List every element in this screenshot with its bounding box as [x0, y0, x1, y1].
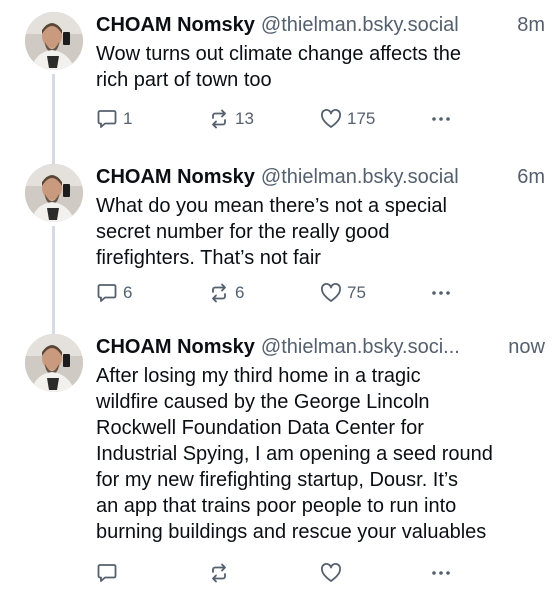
reply-icon [97, 564, 117, 582]
avatar[interactable] [25, 12, 83, 70]
repost-icon [212, 283, 226, 303]
more-icon [432, 291, 450, 295]
post-time[interactable]: 8m [509, 12, 545, 38]
post-content: CHOAM Nomsky @thielman.bsky.social 8m Wo… [96, 12, 545, 93]
more-button[interactable] [430, 108, 452, 130]
repost-button[interactable]: 6 [208, 282, 320, 304]
author-handle[interactable]: @thielman.bsky.soci... [261, 334, 460, 360]
heart-icon [321, 283, 341, 302]
repost-button[interactable]: 13 [208, 108, 320, 130]
post-actions [96, 562, 545, 584]
reply-button[interactable]: 6 [96, 282, 208, 304]
repost-button[interactable] [208, 562, 320, 584]
author-name[interactable]: CHOAM Nomsky [96, 12, 255, 38]
avatar-photo [25, 164, 83, 222]
more-button[interactable] [430, 282, 452, 304]
reply-button[interactable]: 1 [96, 108, 208, 130]
reply-button[interactable] [96, 562, 208, 584]
post-header: CHOAM Nomsky @thielman.bsky.social 8m [96, 12, 545, 38]
post-actions: 1 13 175 [96, 108, 545, 130]
avatar-photo [25, 334, 83, 392]
more-icon [432, 117, 450, 121]
post-actions: 6 6 75 [96, 282, 545, 304]
repost-count: 13 [235, 109, 254, 128]
like-count: 175 [347, 109, 376, 128]
repost-icon [212, 563, 226, 583]
author-name[interactable]: CHOAM Nomsky [96, 334, 255, 360]
like-button[interactable] [320, 562, 430, 584]
like-button[interactable]: 75 [320, 282, 430, 304]
avatar-photo [25, 12, 83, 70]
like-count: 75 [347, 283, 366, 302]
reply-count: 6 [123, 283, 133, 302]
post-text: Wow turns out climate change affects the… [96, 43, 462, 91]
post-text: What do you mean there’s not a special s… [96, 195, 447, 269]
post-time[interactable]: 6m [509, 164, 545, 190]
repost-icon [212, 109, 226, 129]
avatar[interactable] [25, 334, 83, 392]
post-header: CHOAM Nomsky @thielman.bsky.social 6m [96, 164, 545, 190]
heart-icon [321, 563, 341, 582]
like-button[interactable]: 175 [320, 108, 430, 130]
post-content: CHOAM Nomsky @thielman.bsky.soci... now … [96, 334, 545, 545]
post-content: CHOAM Nomsky @thielman.bsky.social 6m Wh… [96, 164, 545, 271]
more-icon [432, 571, 450, 575]
post-time[interactable]: now [500, 334, 545, 360]
post-header: CHOAM Nomsky @thielman.bsky.soci... now [96, 334, 545, 360]
heart-icon [321, 109, 341, 128]
repost-count: 6 [235, 283, 245, 302]
author-name[interactable]: CHOAM Nomsky [96, 164, 255, 190]
post-text: After losing my third home in a tragic w… [96, 365, 493, 543]
thread-line [52, 226, 55, 335]
reply-count: 1 [123, 109, 133, 128]
avatar[interactable] [25, 164, 83, 222]
author-handle[interactable]: @thielman.bsky.social [261, 164, 459, 190]
post-thread: CHOAM Nomsky @thielman.bsky.social 8m Wo… [0, 0, 559, 600]
reply-icon [97, 110, 117, 128]
author-handle[interactable]: @thielman.bsky.social [261, 12, 459, 38]
reply-icon [97, 284, 117, 302]
more-button[interactable] [430, 562, 452, 584]
thread-line [52, 74, 55, 165]
